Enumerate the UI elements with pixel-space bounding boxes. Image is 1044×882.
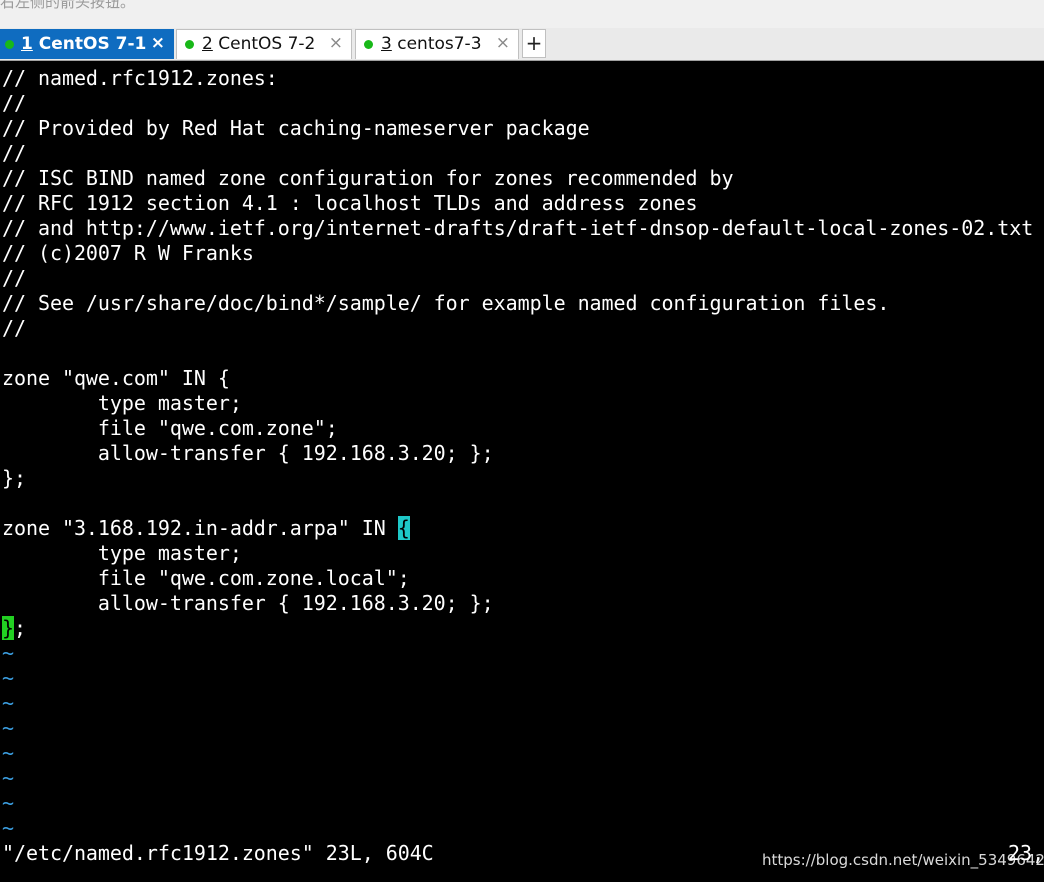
tab-label: 2 CentOS 7-2 xyxy=(202,34,316,54)
status-dot-icon xyxy=(364,40,373,49)
tab-centos-7-1[interactable]: 1 CentOS 7-1 × xyxy=(0,29,174,59)
tab-centos7-3[interactable]: 3 centos7-3 × xyxy=(355,29,519,59)
empty-line-marker: ~ xyxy=(2,666,14,690)
new-tab-button[interactable]: + xyxy=(522,29,546,58)
tab-centos-7-2[interactable]: 2 CentOS 7-2 × xyxy=(176,29,352,59)
editor-line: zone "3.168.192.in-addr.arpa" IN { xyxy=(2,516,410,541)
close-icon[interactable]: × xyxy=(496,33,510,53)
status-dot-icon xyxy=(5,40,14,49)
editor-line: // Provided by Red Hat caching-nameserve… xyxy=(2,116,590,140)
close-icon[interactable]: × xyxy=(329,33,343,53)
editor-line: // xyxy=(2,266,26,290)
editor-line: // xyxy=(2,91,26,115)
editor-line: // xyxy=(2,316,26,340)
editor-line: allow-transfer { 192.168.3.20; }; xyxy=(2,591,494,615)
editor-line: // and http://www.ietf.org/internet-draf… xyxy=(2,216,1034,240)
empty-line-marker: ~ xyxy=(2,816,14,840)
line-text: zone "3.168.192.in-addr.arpa" IN xyxy=(2,516,398,540)
notification-strip: 右左侧的箭头按钮。 xyxy=(0,0,1044,28)
editor-line: // xyxy=(2,141,26,165)
empty-line-marker: ~ xyxy=(2,641,14,665)
editor-line: }; xyxy=(2,466,26,490)
notification-text: 右左侧的箭头按钮。 xyxy=(0,0,136,11)
status-dot-icon xyxy=(185,40,194,49)
empty-line-marker: ~ xyxy=(2,791,14,815)
editor-line: file "qwe.com.zone.local"; xyxy=(2,566,410,590)
editor-line: // (c)2007 R W Franks xyxy=(2,241,254,265)
editor-line: // named.rfc1912.zones: xyxy=(2,66,278,90)
editor-line: file "qwe.com.zone"; xyxy=(2,416,338,440)
status-line: "/etc/named.rfc1912.zones" 23L, 604C xyxy=(2,841,434,865)
empty-line-marker: ~ xyxy=(2,691,14,715)
tab-label: 3 centos7-3 xyxy=(381,34,482,54)
watermark: https://blog.csdn.net/weixin_53496421 xyxy=(762,851,1044,869)
editor-line: zone "qwe.com" IN { xyxy=(2,366,230,390)
empty-line-marker: ~ xyxy=(2,741,14,765)
editor-line: type master; xyxy=(2,541,242,565)
cursor: } xyxy=(2,616,14,640)
editor-line: // See /usr/share/doc/bind*/sample/ for … xyxy=(2,291,890,315)
terminal-window: 右左侧的箭头按钮。 1 CentOS 7-1 × 2 CentOS 7-2 × … xyxy=(0,0,1044,882)
empty-line-marker: ~ xyxy=(2,716,14,740)
empty-line-marker: ~ xyxy=(2,766,14,790)
tab-bar: 1 CentOS 7-1 × 2 CentOS 7-2 × 3 centos7-… xyxy=(0,28,1044,61)
close-icon[interactable]: × xyxy=(151,33,165,53)
editor-line: // RFC 1912 section 4.1 : localhost TLDs… xyxy=(2,191,698,215)
tab-label: 1 CentOS 7-1 xyxy=(21,34,147,54)
editor-line: type master; xyxy=(2,391,242,415)
editor-line: // ISC BIND named zone configuration for… xyxy=(2,166,734,190)
editor-line: }; xyxy=(2,616,26,641)
editor-line: allow-transfer { 192.168.3.20; }; xyxy=(2,441,494,465)
vim-editor[interactable]: // named.rfc1912.zones: // // Provided b… xyxy=(0,61,1044,882)
matching-brace-highlight: { xyxy=(397,516,410,540)
line-text: ; xyxy=(14,616,26,640)
